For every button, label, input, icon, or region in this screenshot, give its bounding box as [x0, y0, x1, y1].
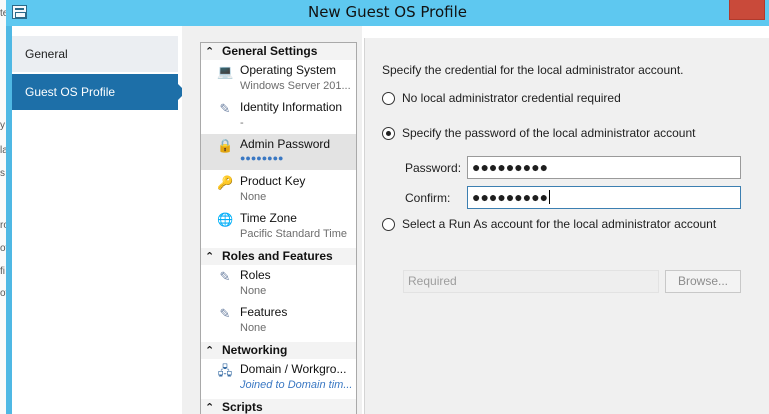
settings-item-admin-password[interactable]: 🔒 Admin Password ●●●●●●●● — [201, 134, 356, 170]
globe-icon: 🌐 — [217, 212, 234, 227]
settings-item-product-key[interactable]: 🔑 Product Key None — [201, 171, 356, 207]
os-icon: 💻 — [217, 64, 234, 79]
item-name: Features — [240, 305, 288, 319]
section-title: Roles and Features — [222, 249, 333, 263]
run-as-label[interactable]: Select a Run As account for the local ad… — [402, 217, 716, 231]
settings-item-operating-system[interactable]: 💻 Operating System Windows Server 201... — [201, 60, 356, 96]
item-value: Windows Server 201... — [240, 80, 351, 92]
browse-button: Browse... — [665, 270, 741, 293]
settings-item-features[interactable]: ✎ Features None — [201, 302, 356, 338]
features-icon: ✎ — [219, 306, 231, 321]
item-name: Identity Information — [240, 100, 343, 114]
item-name: Time Zone — [240, 211, 297, 225]
identity-icon: ✎ — [219, 101, 231, 116]
nav-item-general[interactable]: General — [12, 36, 178, 72]
settings-item-domain-workgroup[interactable]: 🖧 Domain / Workgro... Joined to Domain t… — [201, 359, 356, 395]
item-value: Joined to Domain tim... — [240, 379, 353, 391]
password-value: ●●●●●●●●● — [472, 159, 549, 175]
lock-icon: 🔒 — [217, 138, 234, 153]
item-name: Domain / Workgro... — [240, 362, 347, 376]
collapse-chevron-icon[interactable]: ⌃ — [205, 249, 214, 265]
collapse-chevron-icon[interactable]: ⌃ — [205, 400, 214, 414]
no-credential-label[interactable]: No local administrator credential requir… — [402, 91, 621, 105]
network-icon: 🖧 — [217, 363, 233, 378]
section-title: Scripts — [222, 400, 263, 414]
item-value: None — [240, 285, 267, 297]
confirm-password-field[interactable]: ●●●●●●●●● — [467, 186, 741, 209]
specify-password-radio[interactable] — [382, 127, 395, 140]
item-value: None — [240, 322, 267, 334]
roles-icon: ✎ — [219, 269, 231, 284]
specify-password-label[interactable]: Specify the password of the local admini… — [402, 126, 695, 140]
title-bar[interactable]: New Guest OS Profile — [6, 0, 769, 26]
close-button[interactable] — [729, 0, 765, 20]
section-title: Networking — [222, 343, 288, 357]
instruction-text: Specify the credential for the local adm… — [382, 63, 684, 77]
collapse-chevron-icon[interactable]: ⌃ — [205, 343, 214, 359]
wizard-window: New Guest OS Profile General Guest OS Pr… — [6, 0, 769, 414]
run-as-radio[interactable] — [382, 218, 395, 231]
nav-item-guest-os-profile[interactable]: Guest OS Profile — [12, 74, 186, 110]
section-networking[interactable]: ⌃ Networking — [201, 342, 356, 359]
section-title: General Settings — [222, 44, 318, 58]
item-value: None — [240, 191, 267, 203]
item-value: - — [240, 117, 244, 129]
window-title: New Guest OS Profile — [307, 3, 468, 21]
window-client-area: General Guest OS Profile ⌃ General Setti… — [12, 26, 769, 414]
confirm-label: Confirm: — [405, 191, 451, 205]
text-caret — [549, 190, 551, 204]
admin-password-pane: Specify the credential for the local adm… — [364, 38, 769, 414]
item-name: Operating System — [240, 63, 337, 77]
item-value: ●●●●●●●● — [240, 153, 284, 163]
section-scripts[interactable]: ⌃ Scripts — [201, 399, 356, 414]
item-value: Pacific Standard Time — [240, 228, 347, 240]
collapse-chevron-icon[interactable]: ⌃ — [205, 44, 214, 60]
confirm-value: ●●●●●●●●● — [472, 189, 549, 205]
run-as-account-field: Required — [403, 270, 659, 293]
item-name: Product Key — [240, 174, 306, 188]
password-label: Password: — [405, 161, 462, 175]
settings-item-roles[interactable]: ✎ Roles None — [201, 265, 356, 301]
no-credential-radio[interactable] — [382, 92, 395, 105]
wizard-nav: General Guest OS Profile — [12, 26, 186, 414]
key-icon: 🔑 — [217, 175, 234, 190]
settings-list: ⌃ General Settings 💻 Operating System Wi… — [200, 42, 357, 414]
item-name: Admin Password — [240, 137, 331, 151]
section-general-settings[interactable]: ⌃ General Settings — [201, 43, 356, 60]
settings-item-identity-information[interactable]: ✎ Identity Information - — [201, 97, 356, 133]
item-name: Roles — [240, 268, 271, 282]
settings-item-time-zone[interactable]: 🌐 Time Zone Pacific Standard Time — [201, 208, 356, 244]
password-field[interactable]: ●●●●●●●●● — [467, 156, 741, 179]
section-roles-and-features[interactable]: ⌃ Roles and Features — [201, 248, 356, 265]
